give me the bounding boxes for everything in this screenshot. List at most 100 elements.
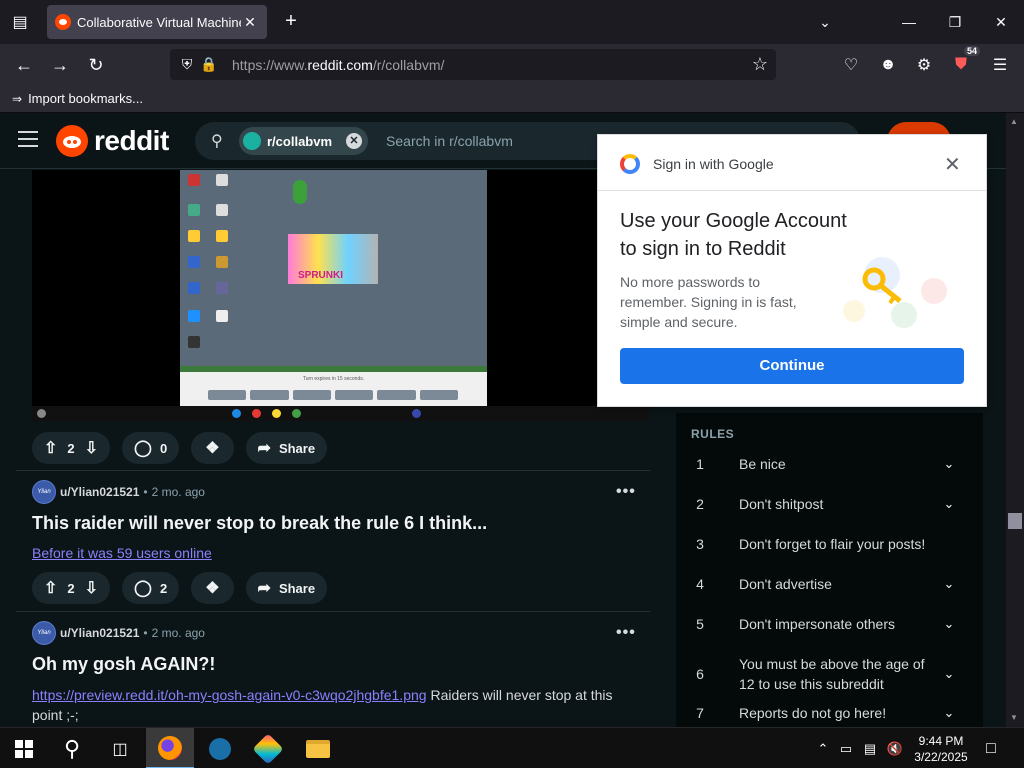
downvote-icon[interactable]: ⇩: [85, 578, 98, 598]
tray-chevron-icon[interactable]: ⌃: [813, 728, 833, 768]
reddit-logo[interactable]: reddit: [56, 125, 169, 157]
user-avatar[interactable]: Ylian: [32, 480, 56, 504]
browser-tab[interactable]: Collaborative Virtual Machines! ✕: [47, 5, 267, 39]
vm-turn-message: Turn expires in 15 seconds.: [302, 376, 365, 382]
snoo-icon: [56, 125, 88, 157]
network-icon[interactable]: ▤: [860, 728, 880, 768]
meta-separator: •: [143, 626, 148, 640]
chevron-down-icon[interactable]: ⌄: [941, 616, 957, 632]
downvote-icon[interactable]: ⇩: [85, 438, 98, 458]
rule-item[interactable]: 7 Reports do not go here! ⌄: [691, 703, 971, 723]
more-options-icon[interactable]: •••: [616, 483, 636, 501]
tray-app-icon[interactable]: ▭: [836, 728, 856, 768]
subreddit-chip-label: r/collabvm: [267, 133, 333, 149]
rule-item[interactable]: 1 Be nice ⌄: [691, 454, 971, 474]
subreddit-filter-chip[interactable]: r/collabvm ✕: [239, 127, 369, 155]
rule-item[interactable]: 5 Don't impersonate others ⌄: [691, 614, 971, 634]
post-link[interactable]: https://preview.redd.it/oh-my-gosh-again…: [32, 687, 427, 703]
ublock-badge: 54: [963, 46, 980, 56]
google-popup-title: Use your Google Account to sign in to Re…: [620, 210, 847, 260]
tab-list-chevron-icon[interactable]: ⌄: [802, 0, 848, 44]
meta-separator: •: [143, 485, 148, 499]
rule-item[interactable]: 2 Don't shitpost ⌄: [691, 494, 971, 514]
upvote-icon[interactable]: ⇧: [44, 578, 57, 598]
post-title[interactable]: Oh my gosh AGAIN?!: [32, 654, 215, 675]
vote-control: ⇧ 2 ⇩: [32, 572, 111, 604]
chevron-down-icon[interactable]: ⌄: [941, 576, 957, 592]
rule-number: 7: [696, 705, 704, 721]
close-icon[interactable]: ✕: [944, 152, 961, 177]
reload-icon[interactable]: ↻: [83, 52, 109, 78]
share-icon: ➦: [257, 580, 271, 597]
url-bar[interactable]: ⛨ 🔒 https://www.reddit.com/r/collabvm/ ☆: [170, 49, 776, 80]
chip-remove-icon[interactable]: ✕: [346, 133, 363, 149]
account-icon[interactable]: ☻: [875, 52, 901, 78]
import-icon: ⇒: [12, 91, 23, 106]
firefox-taskbar-icon[interactable]: [146, 728, 194, 768]
tab-list-icon[interactable]: ▤: [0, 0, 40, 44]
hamburger-menu-icon[interactable]: [18, 131, 38, 149]
forward-arrow-icon[interactable]: →: [47, 52, 73, 78]
clock-date: 3/22/2025: [914, 750, 968, 764]
rule-item[interactable]: 3 Don't forget to flair your posts!: [691, 534, 971, 554]
share-label: Share: [278, 580, 316, 596]
lock-icon[interactable]: 🔒: [198, 56, 220, 73]
start-button[interactable]: [0, 728, 48, 768]
ublock-icon[interactable]: ⛊ 54: [948, 46, 980, 78]
volume-muted-icon[interactable]: 🔇: [884, 728, 906, 768]
minimize-icon[interactable]: —: [886, 0, 932, 44]
award-button[interactable]: ❖: [191, 432, 234, 464]
menu-icon[interactable]: ☰: [987, 52, 1013, 78]
chevron-down-icon[interactable]: ⌄: [941, 666, 957, 682]
scroll-down-icon[interactable]: ▼: [1010, 713, 1018, 722]
comments-button[interactable]: ◯ 0: [122, 432, 180, 464]
rule-text: You must be above the age of 12 to use t…: [739, 656, 925, 692]
chevron-down-icon[interactable]: ⌄: [941, 705, 957, 721]
taskbar-clock[interactable]: 9:44 PM 3/22/2025: [910, 733, 972, 765]
app-hexagon-taskbar-icon[interactable]: [244, 728, 292, 768]
url-prefix: https://www.: [232, 56, 308, 73]
post-author[interactable]: u/Ylian021521: [60, 485, 139, 499]
post-media-preview[interactable]: SPRUNKI Turn expires in 15 seconds.: [32, 170, 650, 421]
steam-taskbar-icon[interactable]: [196, 728, 244, 768]
tab-close-icon[interactable]: ✕: [241, 14, 259, 31]
notifications-icon[interactable]: □: [978, 728, 1004, 768]
scroll-up-icon[interactable]: ▲: [1010, 117, 1018, 126]
reddit-wordmark: reddit: [94, 125, 169, 156]
rule-item[interactable]: 4 Don't advertise ⌄: [691, 574, 971, 594]
bookmark-star-icon[interactable]: ☆: [752, 54, 768, 75]
pocket-icon[interactable]: ♡: [838, 52, 864, 78]
upvote-icon[interactable]: ⇧: [44, 438, 57, 458]
back-arrow-icon[interactable]: ←: [11, 52, 37, 78]
search-taskbar-icon[interactable]: ⚲: [48, 728, 96, 768]
share-button[interactable]: ➦ Share: [245, 432, 328, 464]
task-view-icon[interactable]: ◫: [96, 728, 144, 768]
new-tab-icon[interactable]: +: [280, 10, 302, 34]
rule-text: Don't shitpost: [739, 496, 824, 512]
comments-button[interactable]: ◯ 2: [122, 572, 180, 604]
url-text[interactable]: https://www.reddit.com/r/collabvm/: [232, 57, 444, 73]
window-close-icon[interactable]: ✕: [978, 0, 1024, 44]
post-author[interactable]: u/Ylian021521: [60, 626, 139, 640]
chevron-down-icon[interactable]: ⌄: [941, 496, 957, 512]
chevron-down-icon[interactable]: ⌄: [941, 456, 957, 472]
tab-title: Collaborative Virtual Machines!: [77, 14, 241, 30]
scroll-thumb[interactable]: [1008, 513, 1022, 529]
rule-item[interactable]: 6 You must be above the age of 12 to use …: [691, 654, 971, 694]
file-explorer-taskbar-icon[interactable]: [294, 728, 342, 768]
post-title[interactable]: This raider will never stop to break the…: [32, 513, 487, 534]
user-avatar[interactable]: Ylian: [32, 621, 56, 645]
share-button[interactable]: ➦ Share: [245, 572, 328, 604]
import-bookmarks-link[interactable]: Import bookmarks...: [28, 91, 143, 106]
page-scrollbar[interactable]: ▲ ▼: [1006, 113, 1024, 727]
more-options-icon[interactable]: •••: [616, 624, 636, 642]
search-input[interactable]: Search in r/collabvm: [386, 133, 513, 149]
extensions-icon[interactable]: ⚙: [911, 52, 937, 78]
shield-icon[interactable]: ⛨: [176, 56, 198, 73]
post-link[interactable]: Before it was 59 users online: [32, 545, 212, 561]
continue-button[interactable]: Continue: [620, 348, 964, 384]
post-time: 2 mo. ago: [151, 626, 205, 640]
bookmarks-toolbar: ⇒ Import bookmarks...: [0, 85, 1024, 113]
restore-icon[interactable]: ❐: [932, 0, 978, 44]
award-button[interactable]: ❖: [191, 572, 234, 604]
